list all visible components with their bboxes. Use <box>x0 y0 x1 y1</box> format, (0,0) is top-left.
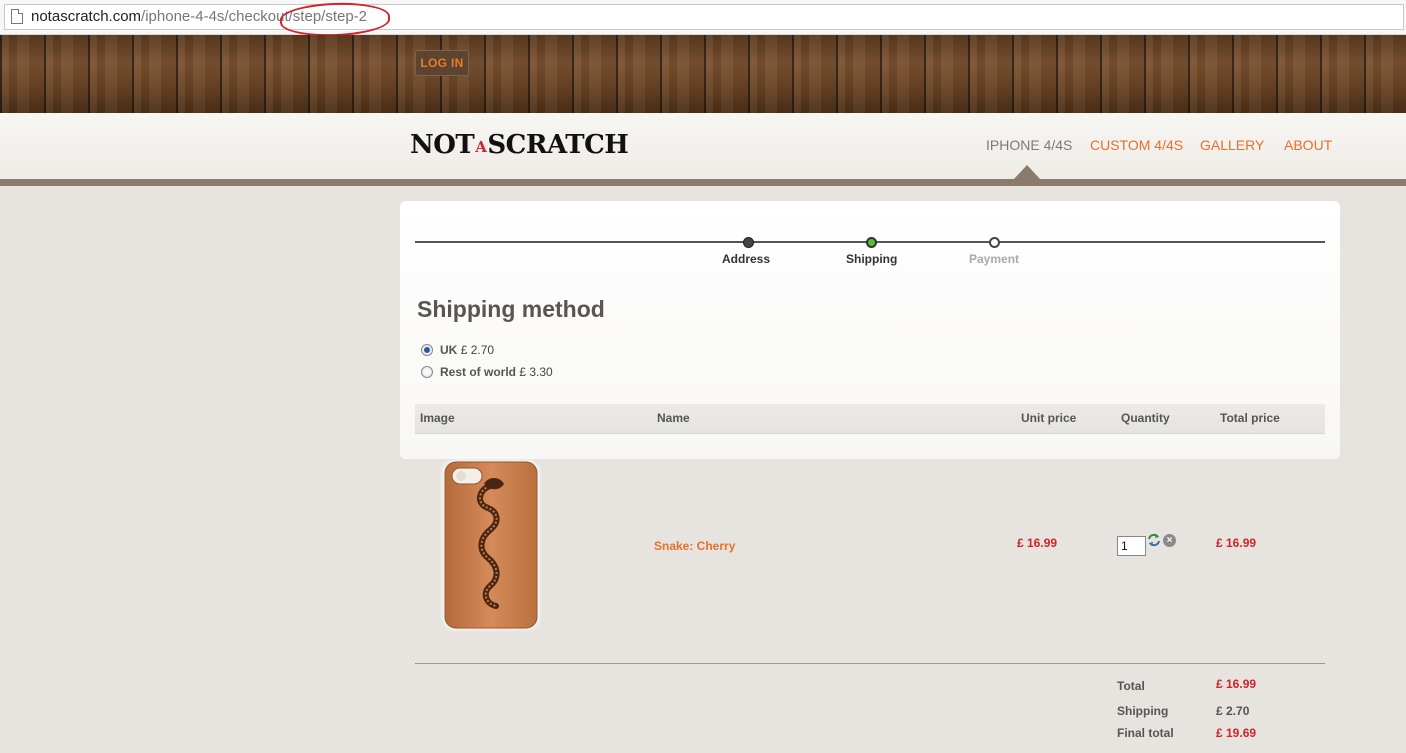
logo-part-not: NOT <box>410 130 475 160</box>
page-icon <box>11 9 23 24</box>
nav-item-about[interactable]: ABOUT <box>1284 137 1332 153</box>
page-title: Shipping method <box>417 296 605 322</box>
unit-price-value: £ 16.99 <box>1017 536 1058 550</box>
wood-header-banner <box>0 35 1406 113</box>
summary-final-label: Final total <box>1117 726 1174 740</box>
cart-table-header <box>415 404 1325 434</box>
login-button[interactable]: LOG IN <box>415 50 469 76</box>
refresh-icon[interactable] <box>1147 533 1161 547</box>
nav-item-iphone[interactable]: IPHONE 4/4S <box>986 137 1072 153</box>
col-header-image: Image <box>420 411 455 425</box>
quantity-input[interactable] <box>1117 536 1146 556</box>
summary-total-value: £ 16.99 <box>1216 677 1257 691</box>
radio-rest-of-world[interactable] <box>421 366 433 378</box>
radio-uk[interactable] <box>421 344 433 356</box>
step-label-payment: Payment <box>969 252 1020 266</box>
remove-item-icon[interactable]: × <box>1163 534 1176 547</box>
summary-final-value: £ 19.69 <box>1216 726 1257 740</box>
shipping-option-row[interactable]: Rest of world £ 3.30 <box>421 365 553 379</box>
step-dot-address <box>743 237 754 248</box>
shipping-option-row-price: £ 3.30 <box>519 365 553 379</box>
url-host: notascratch.com <box>31 8 142 25</box>
nav-item-gallery[interactable]: GALLERY <box>1200 137 1264 153</box>
site-logo[interactable]: NOTASCRATCH <box>410 130 629 160</box>
shipping-option-uk-price: £ 2.70 <box>460 343 495 357</box>
shipping-option-uk[interactable]: UK £ 2.70 <box>421 343 494 357</box>
product-name-link[interactable]: Snake: Cherry <box>654 539 735 553</box>
step-dot-shipping <box>866 237 877 248</box>
summary-shipping-label: Shipping <box>1117 704 1169 718</box>
table-divider <box>415 663 1325 664</box>
nav-active-caret <box>1014 165 1040 179</box>
browser-address-bar: notascratch.com/iphone-4-4s/checkout/ste… <box>0 0 1406 38</box>
logo-part-a: A <box>475 138 487 156</box>
col-header-unit-price: Unit price <box>1021 411 1077 425</box>
col-header-quantity: Quantity <box>1121 411 1170 425</box>
step-label-address[interactable]: Address <box>722 252 770 266</box>
logo-part-scratch: SCRATCH <box>487 130 629 160</box>
product-image[interactable] <box>440 458 542 632</box>
step-dot-payment <box>989 237 1000 248</box>
col-header-name: Name <box>657 411 690 425</box>
nav-divider <box>0 179 1406 186</box>
line-total-value: £ 16.99 <box>1216 536 1257 550</box>
url-field[interactable]: notascratch.com/iphone-4-4s/checkout/ste… <box>4 4 1404 30</box>
step-label-shipping: Shipping <box>846 252 898 266</box>
shipping-option-uk-name: UK <box>440 343 458 357</box>
summary-shipping-value: £ 2.70 <box>1216 704 1250 718</box>
shipping-option-row-name: Rest of world <box>440 365 517 379</box>
col-header-total-price: Total price <box>1220 411 1280 425</box>
nav-item-custom[interactable]: CUSTOM 4/4S <box>1090 137 1183 153</box>
url-path-checkout: /iphone-4-4s/checkout <box>141 8 289 25</box>
nav-band <box>0 113 1406 179</box>
summary-total-label: Total <box>1117 679 1145 693</box>
